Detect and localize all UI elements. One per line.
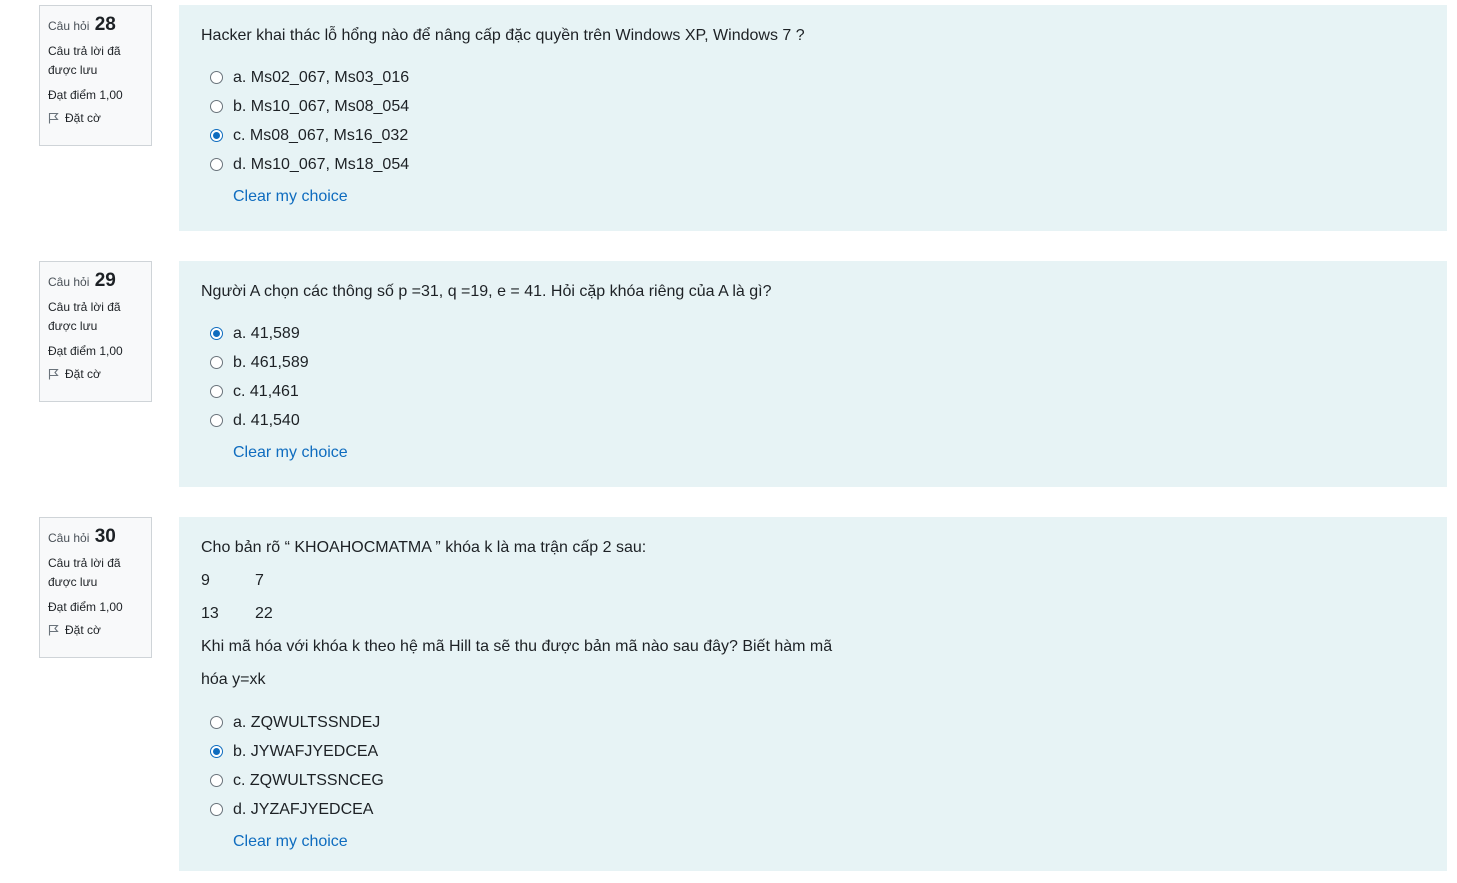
flag-icon — [48, 112, 59, 124]
radio-button[interactable] — [210, 100, 223, 113]
question-number: Câu hỏi 30 — [48, 526, 143, 548]
flag-label: Đặt cờ — [65, 367, 101, 381]
matrix-cell: 9 — [201, 571, 210, 589]
question-text: Hacker khai thác lỗ hổng nào để nâng cấp… — [201, 27, 805, 44]
answer-state: Câu trả lời đã được lưu — [48, 556, 121, 589]
question-info: Câu hỏi 29 Câu trả lời đã được lưu Đạt đ… — [39, 261, 152, 402]
answer-label: b. JYWAFJYEDCEA — [233, 742, 379, 760]
question-number-value: 29 — [94, 270, 116, 291]
matrix-cell: 7 — [255, 571, 264, 589]
question-number: Câu hỏi 29 — [48, 270, 143, 292]
matrix-cell: 22 — [255, 604, 273, 622]
question-label: Câu hỏi — [48, 275, 90, 289]
matrix-row: 13 22 — [201, 597, 1425, 630]
answer-label: a. Ms02_067, Ms03_016 — [233, 68, 410, 86]
answer-label: a. 41,589 — [233, 324, 300, 342]
answer-option[interactable]: c. ZQWULTSSNCEG — [201, 766, 1425, 795]
answer-list: a. ZQWULTSSNDEJ b. JYWAFJYEDCEA c. ZQWUL… — [201, 708, 1425, 824]
answer-option[interactable]: c. 41,461 — [201, 377, 1425, 406]
question-info: Câu hỏi 28 Câu trả lời đã được lưu Đạt đ… — [39, 5, 152, 146]
answer-option[interactable]: b. JYWAFJYEDCEA — [201, 737, 1425, 766]
answer-option[interactable]: a. 41,589 — [201, 319, 1425, 348]
radio-button[interactable] — [210, 716, 223, 729]
question-text: Người A chọn các thông số p =31, q =19, … — [201, 283, 772, 300]
answer-option[interactable]: d. Ms10_067, Ms18_054 — [201, 150, 1425, 179]
answer-label: d. JYZAFJYEDCEA — [233, 800, 374, 818]
flag-question-button[interactable]: Đặt cờ — [48, 623, 143, 637]
answer-option[interactable]: a. Ms02_067, Ms03_016 — [201, 63, 1425, 92]
answer-option[interactable]: b. 461,589 — [201, 348, 1425, 377]
radio-button[interactable] — [210, 385, 223, 398]
radio-button[interactable] — [210, 803, 223, 816]
flag-icon — [48, 624, 59, 636]
question-content: Người A chọn các thông số p =31, q =19, … — [179, 261, 1447, 487]
clear-choice-link[interactable]: Clear my choice — [233, 438, 1425, 468]
answer-option[interactable]: b. Ms10_067, Ms08_054 — [201, 92, 1425, 121]
answer-label: a. ZQWULTSSNDEJ — [233, 713, 381, 731]
answer-label: d. 41,540 — [233, 411, 300, 429]
question-label: Câu hỏi — [48, 531, 90, 545]
answer-option[interactable]: a. ZQWULTSSNDEJ — [201, 708, 1425, 737]
radio-button[interactable] — [210, 356, 223, 369]
flag-label: Đặt cờ — [65, 111, 101, 125]
radio-button[interactable] — [210, 774, 223, 787]
answer-state: Câu trả lời đã được lưu — [48, 300, 121, 333]
answer-label: b. Ms10_067, Ms08_054 — [233, 97, 410, 115]
radio-button[interactable] — [210, 327, 223, 340]
question-text-continued: hóa y=xk — [201, 671, 266, 688]
flag-label: Đặt cờ — [65, 623, 101, 637]
grade: Đạt điểm 1,00 — [48, 600, 123, 614]
grade: Đạt điểm 1,00 — [48, 88, 123, 102]
radio-button[interactable] — [210, 414, 223, 427]
question-label: Câu hỏi — [48, 19, 90, 33]
answer-list: a. 41,589 b. 461,589 c. 41,461 d. 41,540 — [201, 319, 1425, 435]
matrix-row: 9 7 — [201, 564, 1425, 597]
answer-label: c. ZQWULTSSNCEG — [233, 771, 384, 789]
flag-icon — [48, 368, 59, 380]
question-text-continued: Khi mã hóa với khóa k theo hệ mã Hill ta… — [201, 638, 833, 655]
question-number-value: 30 — [94, 526, 116, 547]
answer-label: c. Ms08_067, Ms16_032 — [233, 126, 409, 144]
flag-question-button[interactable]: Đặt cờ — [48, 367, 143, 381]
question-number: Câu hỏi 28 — [48, 14, 143, 36]
question-info: Câu hỏi 30 Câu trả lời đã được lưu Đạt đ… — [39, 517, 152, 658]
clear-choice-link[interactable]: Clear my choice — [233, 827, 1425, 857]
matrix-cell: 13 — [201, 604, 219, 622]
question-content: Cho bản rõ “ KHOAHOCMATMA ” khóa k là ma… — [179, 517, 1447, 871]
radio-button[interactable] — [210, 158, 223, 171]
flag-question-button[interactable]: Đặt cờ — [48, 111, 143, 125]
answer-state: Câu trả lời đã được lưu — [48, 44, 121, 77]
answer-option[interactable]: d. JYZAFJYEDCEA — [201, 795, 1425, 824]
answer-option[interactable]: d. 41,540 — [201, 406, 1425, 435]
answer-option[interactable]: c. Ms08_067, Ms16_032 — [201, 121, 1425, 150]
radio-button[interactable] — [210, 745, 223, 758]
answer-label: d. Ms10_067, Ms18_054 — [233, 155, 410, 173]
radio-button[interactable] — [210, 71, 223, 84]
question-number-value: 28 — [94, 14, 116, 35]
clear-choice-link[interactable]: Clear my choice — [233, 182, 1425, 212]
answer-label: b. 461,589 — [233, 353, 309, 371]
answer-label: c. 41,461 — [233, 382, 299, 400]
answer-list: a. Ms02_067, Ms03_016 b. Ms10_067, Ms08_… — [201, 63, 1425, 179]
grade: Đạt điểm 1,00 — [48, 344, 123, 358]
question-content: Hacker khai thác lỗ hổng nào để nâng cấp… — [179, 5, 1447, 231]
radio-button[interactable] — [210, 129, 223, 142]
question-text: Cho bản rõ “ KHOAHOCMATMA ” khóa k là ma… — [201, 539, 647, 556]
